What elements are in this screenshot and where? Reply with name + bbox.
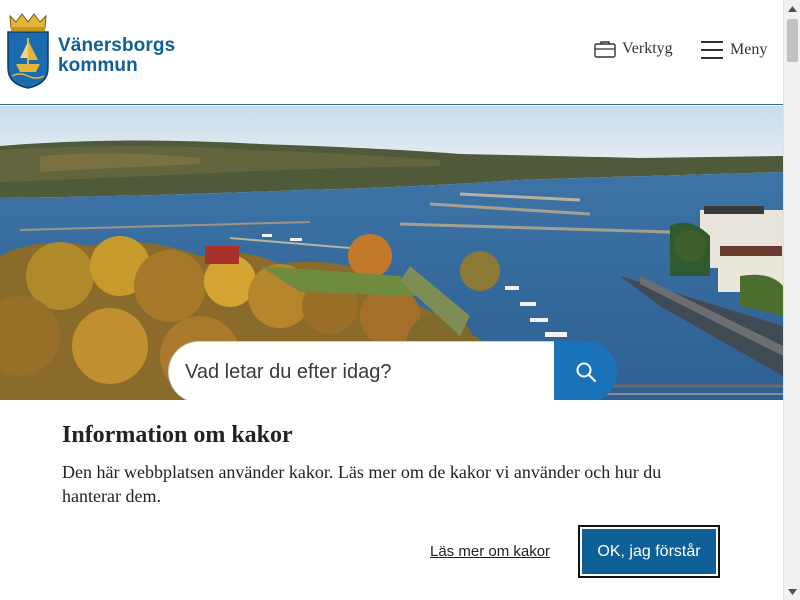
read-more-cookies-link[interactable]: Läs mer om kakor — [430, 543, 550, 560]
hamburger-icon — [701, 41, 723, 59]
cookie-text: Den här webbplatsen använder kakor. Läs … — [62, 462, 662, 506]
scroll-up-arrow-icon[interactable] — [784, 0, 800, 17]
cookie-title: Information om kakor — [62, 422, 293, 448]
site-logo-link[interactable]: Vänersborgs kommun — [4, 12, 175, 90]
briefcase-icon — [594, 41, 616, 58]
site-header: Vänersborgs kommun Verktyg Meny — [0, 0, 783, 105]
tools-button[interactable]: Verktyg — [594, 40, 673, 58]
tools-label: Verktyg — [622, 40, 673, 57]
search-input[interactable] — [168, 341, 558, 403]
scrollbar-thumb[interactable] — [787, 19, 798, 62]
accept-cookies-button[interactable]: OK, jag förstår — [578, 525, 720, 578]
scroll-down-arrow-icon[interactable] — [784, 583, 800, 600]
cookie-banner: Information om kakor Den här webbplatsen… — [0, 400, 783, 600]
site-name-line1: Vänersborgs — [58, 35, 176, 56]
menu-button[interactable]: Meny — [700, 40, 767, 60]
menu-label: Meny — [730, 41, 768, 58]
search-form — [168, 341, 617, 403]
search-icon — [576, 362, 596, 383]
coat-of-arms-icon — [7, 13, 49, 89]
vertical-scrollbar[interactable] — [783, 0, 800, 600]
site-name-line2: kommun — [58, 55, 138, 76]
site-name: Vänersborgs kommun — [58, 36, 175, 76]
search-button[interactable] — [554, 341, 617, 403]
